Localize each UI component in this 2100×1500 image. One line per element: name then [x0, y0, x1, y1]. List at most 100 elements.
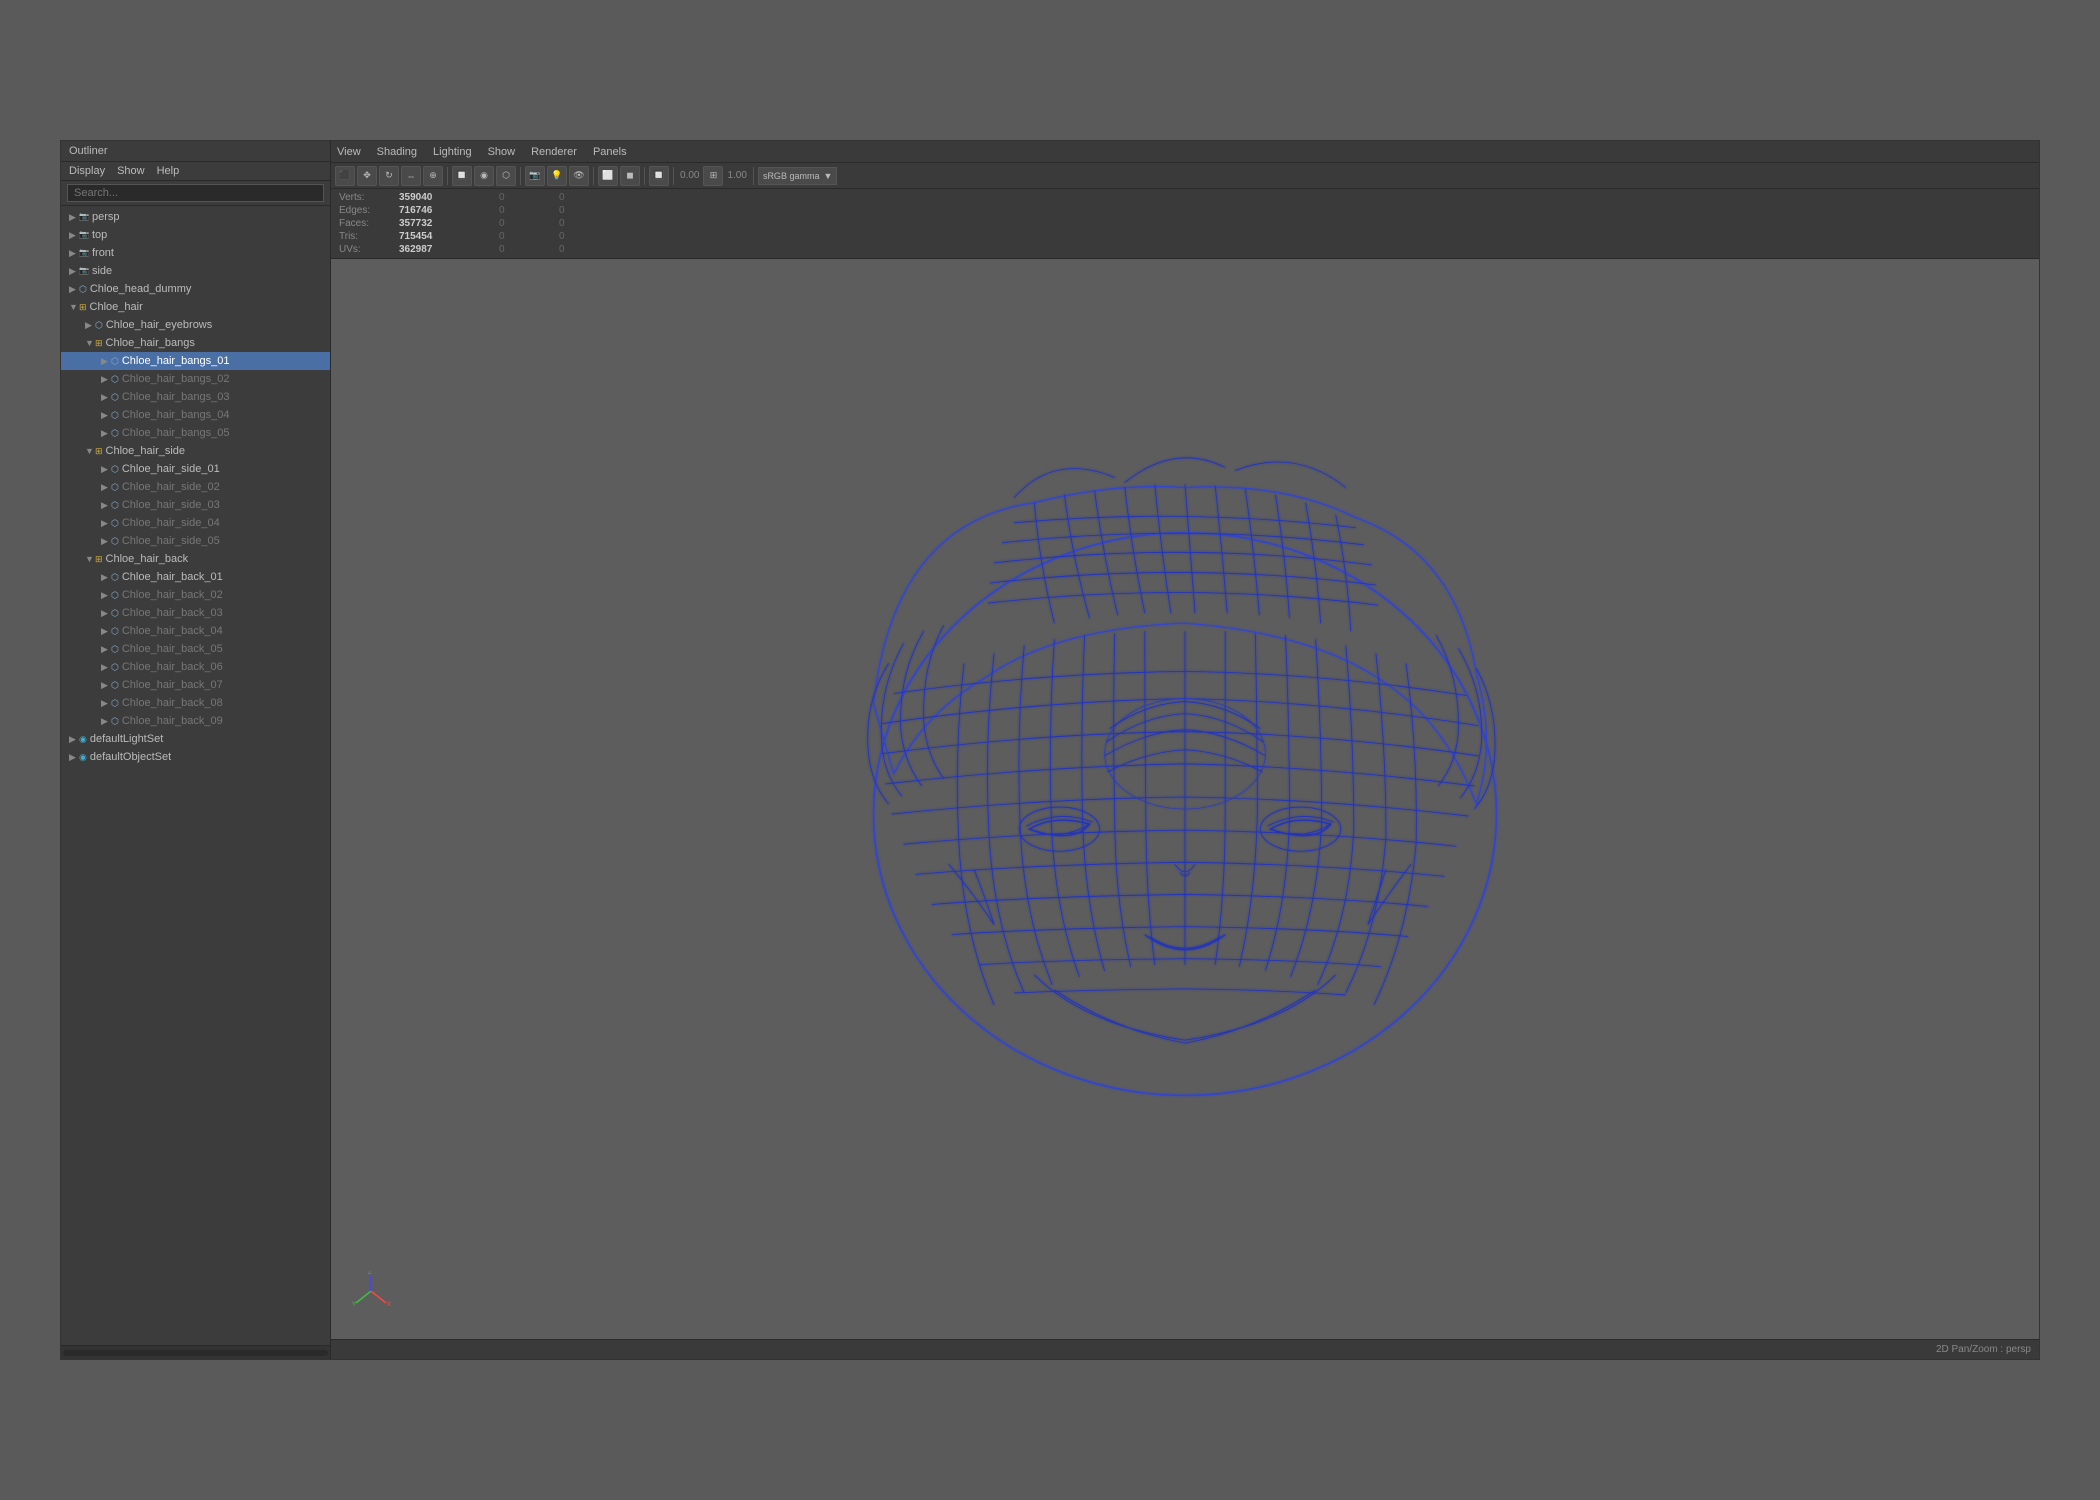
outliner-item-chloe_hair_bangs_03[interactable]: ▶⬡Chloe_hair_bangs_03: [61, 388, 330, 406]
faces-sel: 0: [499, 217, 559, 230]
camera-label: 2D Pan/Zoom : persp: [1936, 1344, 2031, 1355]
toolbar-sep-5: [673, 167, 674, 185]
gamma-dropdown[interactable]: sRGB gamma ▼: [758, 167, 837, 185]
verts-label: Verts:: [339, 191, 399, 204]
outliner-search-bar: [61, 181, 330, 206]
toolbar-btn-move[interactable]: ✥: [357, 166, 377, 186]
faces-value: 357732: [399, 217, 499, 230]
tris-total: 0: [559, 230, 619, 243]
menu-show[interactable]: Show: [488, 146, 516, 158]
toolbar-btn-show-hide[interactable]: 👁: [569, 166, 589, 186]
outliner-item-chloe_hair_bangs_02[interactable]: ▶⬡Chloe_hair_bangs_02: [61, 370, 330, 388]
outliner-item-defaultObjectSet[interactable]: ▶◉defaultObjectSet: [61, 748, 330, 766]
outliner-item-chloe_hair_side_04[interactable]: ▶⬡Chloe_hair_side_04: [61, 514, 330, 532]
outliner-item-chloe_head_dummy[interactable]: ▶⬡Chloe_head_dummy: [61, 280, 330, 298]
outliner-item-chloe_hair_side_01[interactable]: ▶⬡Chloe_hair_side_01: [61, 460, 330, 478]
toolbar-btn-scale[interactable]: ⇔: [401, 166, 421, 186]
outliner-item-chloe_hair_side_05[interactable]: ▶⬡Chloe_hair_side_05: [61, 532, 330, 550]
outliner-item-chloe_hair_back[interactable]: ▼⊞Chloe_hair_back: [61, 550, 330, 568]
edges-value: 716746: [399, 204, 499, 217]
menu-renderer[interactable]: Renderer: [531, 146, 577, 158]
outliner-item-side[interactable]: ▶📷side: [61, 262, 330, 280]
toolbar-btn-rotate[interactable]: ↻: [379, 166, 399, 186]
outliner-menu: Display Show Help: [61, 162, 330, 181]
toolbar-btn-soft[interactable]: ◉: [474, 166, 494, 186]
svg-text:Y: Y: [352, 1302, 356, 1308]
outliner-item-chloe_hair_back_06[interactable]: ▶⬡Chloe_hair_back_06: [61, 658, 330, 676]
viewport-footer: 2D Pan/Zoom : persp: [331, 1339, 2039, 1359]
outliner-item-front[interactable]: ▶📷front: [61, 244, 330, 262]
outliner-menu-show[interactable]: Show: [117, 165, 145, 177]
faces-total: 0: [559, 217, 619, 230]
viewport-menubar: View Shading Lighting Show Renderer Pane…: [331, 141, 2039, 163]
mesh-wireframe: [331, 259, 2039, 1339]
toolbar-sep-1: [447, 167, 448, 185]
verts-sel: 0: [499, 191, 559, 204]
edges-label: Edges:: [339, 204, 399, 217]
toolbar-btn-smooth[interactable]: ◼: [620, 166, 640, 186]
menu-shading[interactable]: Shading: [377, 146, 417, 158]
toolbar-sep-3: [593, 167, 594, 185]
tris-label: Tris:: [339, 230, 399, 243]
edges-sel: 0: [499, 204, 559, 217]
tris-sel: 0: [499, 230, 559, 243]
viewport-toolbar: ⬛ ✥ ↻ ⇔ ⊕ 🔲 ◉ ⬡ 📷 💡 👁 ⬜ ◼ 🔲 0.00 ⊞ 1.00 …: [331, 163, 2039, 189]
outliner-menu-help[interactable]: Help: [157, 165, 180, 177]
outliner-item-chloe_hair_back_05[interactable]: ▶⬡Chloe_hair_back_05: [61, 640, 330, 658]
menu-lighting[interactable]: Lighting: [433, 146, 472, 158]
search-input[interactable]: [67, 184, 324, 202]
uvs-value: 362987: [399, 243, 499, 256]
toolbar-btn-universal[interactable]: ⊕: [423, 166, 443, 186]
toolbar-sep-6: [753, 167, 754, 185]
outliner-item-chloe_hair_side_03[interactable]: ▶⬡Chloe_hair_side_03: [61, 496, 330, 514]
toolbar-btn-camera[interactable]: 📷: [525, 166, 545, 186]
outliner-item-chloe_hair_back_09[interactable]: ▶⬡Chloe_hair_back_09: [61, 712, 330, 730]
toolbar-label-zoom: 1.00: [727, 170, 746, 181]
viewport-panel: View Shading Lighting Show Renderer Pane…: [331, 141, 2039, 1359]
viewport-stats: Verts: 359040 0 0 Edges: 716746 0 0 Face…: [331, 189, 2039, 259]
toolbar-btn-select[interactable]: ⬛: [335, 166, 355, 186]
toolbar-btn-wireframe[interactable]: ⬜: [598, 166, 618, 186]
toolbar-btn-symmetry[interactable]: ⬡: [496, 166, 516, 186]
viewport-canvas[interactable]: X Y Z: [331, 259, 2039, 1339]
outliner-panel: Outliner Display Show Help ▶📷persp▶📷top▶…: [61, 141, 331, 1359]
toolbar-btn-light[interactable]: 💡: [547, 166, 567, 186]
outliner-list: ▶📷persp▶📷top▶📷front▶📷side▶⬡Chloe_head_du…: [61, 206, 330, 1345]
outliner-title: Outliner: [61, 141, 330, 162]
uvs-sel: 0: [499, 243, 559, 256]
menu-panels[interactable]: Panels: [593, 146, 627, 158]
outliner-item-chloe_hair_side_02[interactable]: ▶⬡Chloe_hair_side_02: [61, 478, 330, 496]
outliner-item-chloe_hair_back_01[interactable]: ▶⬡Chloe_hair_back_01: [61, 568, 330, 586]
outliner-item-chloe_hair_bangs_04[interactable]: ▶⬡Chloe_hair_bangs_04: [61, 406, 330, 424]
edges-total: 0: [559, 204, 619, 217]
outliner-item-persp[interactable]: ▶📷persp: [61, 208, 330, 226]
svg-text:Z: Z: [368, 1271, 372, 1276]
verts-value: 359040: [399, 191, 499, 204]
toolbar-btn-resolution[interactable]: 🔲: [649, 166, 669, 186]
toolbar-sep-2: [520, 167, 521, 185]
outliner-item-chloe_hair_back_02[interactable]: ▶⬡Chloe_hair_back_02: [61, 586, 330, 604]
toolbar-sep-4: [644, 167, 645, 185]
outliner-menu-display[interactable]: Display: [69, 165, 105, 177]
outliner-item-chloe_hair_back_08[interactable]: ▶⬡Chloe_hair_back_08: [61, 694, 330, 712]
outliner-item-chloe_hair_back_07[interactable]: ▶⬡Chloe_hair_back_07: [61, 676, 330, 694]
toolbar-label-coord: 0.00: [680, 170, 699, 181]
outliner-item-chloe_hair_eyebrows[interactable]: ▶⬡Chloe_hair_eyebrows: [61, 316, 330, 334]
outliner-horizontal-scrollbar[interactable]: [61, 1345, 330, 1359]
outliner-item-chloe_hair[interactable]: ▼⊞Chloe_hair: [61, 298, 330, 316]
outliner-item-chloe_hair_side[interactable]: ▼⊞Chloe_hair_side: [61, 442, 330, 460]
outliner-item-chloe_hair_bangs_01[interactable]: ▶⬡Chloe_hair_bangs_01: [61, 352, 330, 370]
uvs-total: 0: [559, 243, 619, 256]
outliner-item-chloe_hair_back_03[interactable]: ▶⬡Chloe_hair_back_03: [61, 604, 330, 622]
faces-label: Faces:: [339, 217, 399, 230]
toolbar-btn-snap[interactable]: 🔲: [452, 166, 472, 186]
outliner-item-chloe_hair_bangs[interactable]: ▼⊞Chloe_hair_bangs: [61, 334, 330, 352]
toolbar-btn-coord[interactable]: ⊞: [703, 166, 723, 186]
outliner-item-chloe_hair_back_04[interactable]: ▶⬡Chloe_hair_back_04: [61, 622, 330, 640]
outliner-item-top[interactable]: ▶📷top: [61, 226, 330, 244]
svg-text:X: X: [387, 1302, 391, 1308]
outliner-item-defaultLightSet[interactable]: ▶◉defaultLightSet: [61, 730, 330, 748]
outliner-item-chloe_hair_bangs_05[interactable]: ▶⬡Chloe_hair_bangs_05: [61, 424, 330, 442]
menu-view[interactable]: View: [337, 146, 361, 158]
axis-indicator: X Y Z: [351, 1271, 391, 1311]
